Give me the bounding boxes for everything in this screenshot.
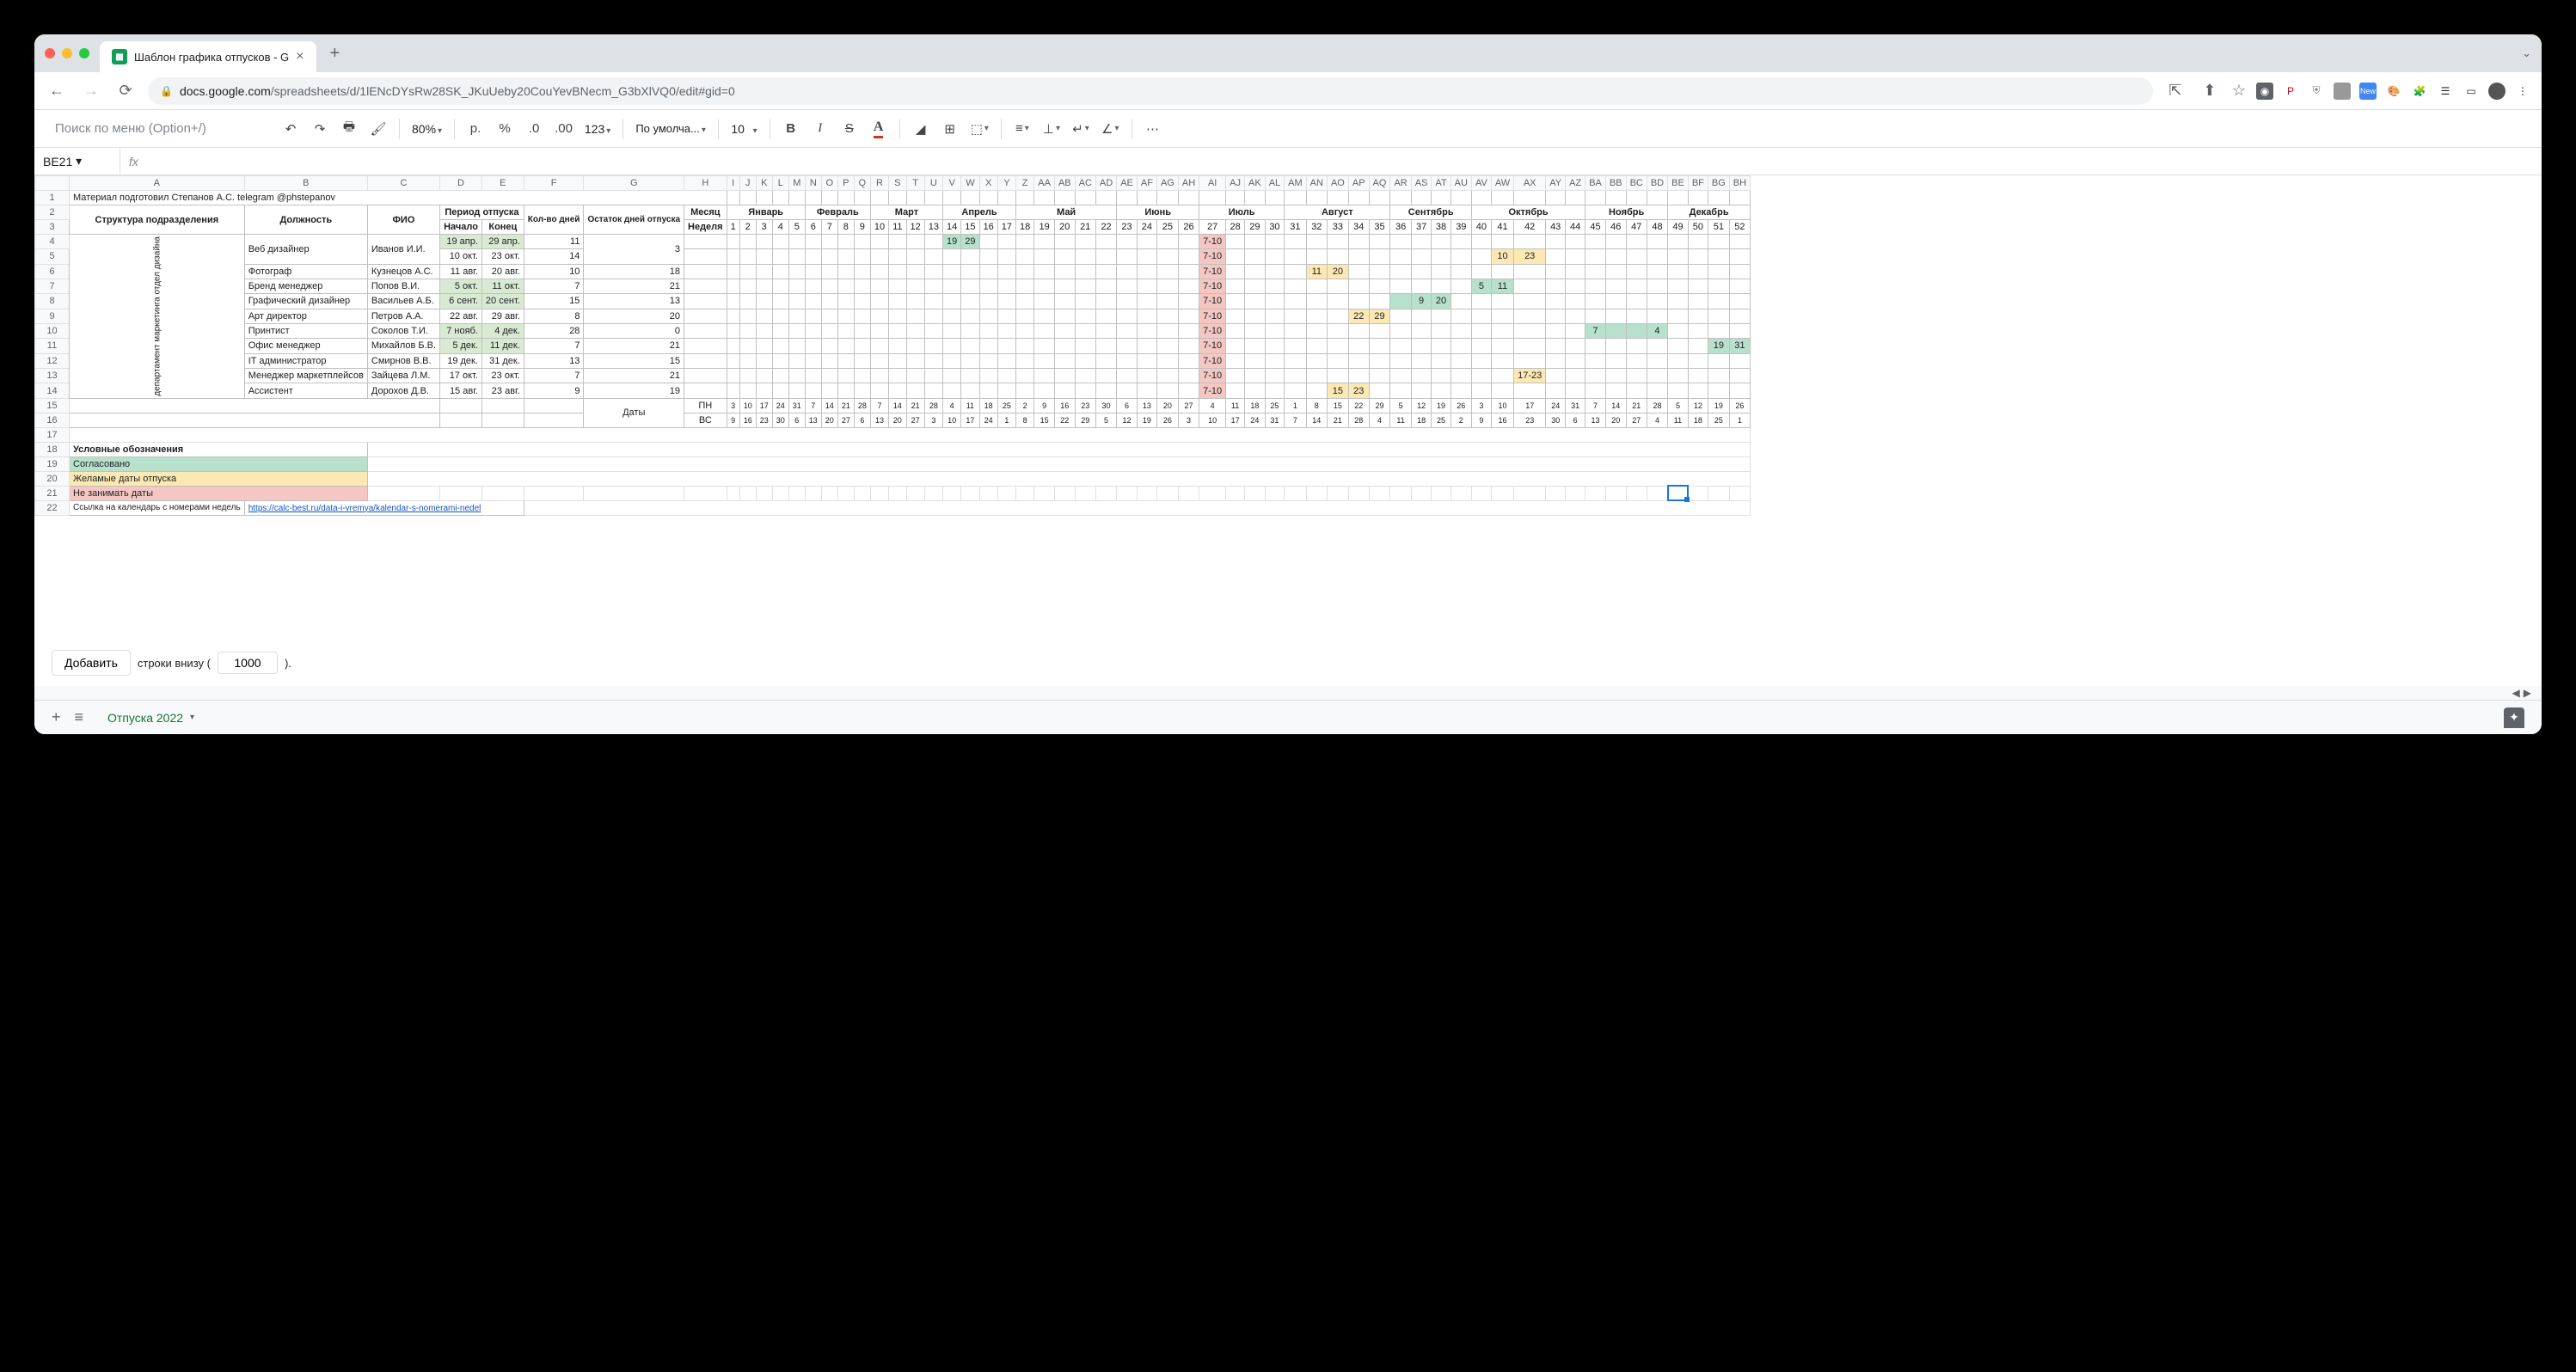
add-rows-input[interactable]: [218, 652, 278, 674]
tab-title: Шаблон графика отпусков - G: [134, 51, 289, 64]
scroll-left-icon[interactable]: ◀: [2512, 687, 2520, 699]
window-controls: [45, 48, 89, 58]
ext-icon-6[interactable]: 🎨: [2385, 83, 2402, 100]
add-rows-text2: ).: [285, 657, 291, 670]
address-bar: ← → ⟳ 🔒 docs.google.com/spreadsheets/d/1…: [34, 72, 2542, 110]
pinterest-icon[interactable]: P: [2282, 83, 2299, 100]
redo-button[interactable]: ↷: [308, 117, 332, 141]
reading-list-icon[interactable]: ☰: [2437, 83, 2454, 100]
back-button[interactable]: ←: [45, 79, 69, 103]
device-icon[interactable]: ▭: [2463, 83, 2480, 100]
add-sheet-button[interactable]: +: [52, 708, 61, 726]
fx-label: fx: [120, 155, 147, 168]
number-format-select[interactable]: 123▾: [581, 122, 614, 136]
merge-button[interactable]: ⬚▾: [967, 117, 992, 141]
percent-button[interactable]: %: [493, 117, 517, 141]
decrease-decimal-button[interactable]: .0: [522, 117, 546, 141]
font-size-select[interactable]: 10 ▾: [727, 122, 760, 136]
strikethrough-button[interactable]: S: [837, 117, 862, 141]
sheet-tab-active[interactable]: Отпуска 2022 ▾: [97, 706, 205, 730]
valign-button[interactable]: ⊥▾: [1040, 117, 1064, 141]
zoom-select[interactable]: 80%▾: [408, 122, 445, 136]
add-rows-bar: Добавить строки внизу ( ).: [34, 640, 2542, 686]
reload-button[interactable]: ⟳: [113, 79, 138, 103]
sheets-favicon: ▦: [112, 49, 127, 64]
new-badge-icon[interactable]: New: [2359, 83, 2377, 100]
undo-button[interactable]: ↶: [279, 117, 303, 141]
url-field[interactable]: 🔒 docs.google.com/spreadsheets/d/1lENcDY…: [148, 77, 2153, 105]
add-rows-button[interactable]: Добавить: [52, 650, 131, 676]
all-sheets-button[interactable]: ≡: [75, 708, 84, 726]
wrap-button[interactable]: ↵▾: [1069, 117, 1093, 141]
close-window[interactable]: [45, 48, 55, 58]
bold-button[interactable]: B: [779, 117, 803, 141]
browser-tab[interactable]: ▦ Шаблон графика отпусков - G ×: [100, 41, 316, 72]
share-icon[interactable]: ⬆: [2198, 79, 2222, 103]
extensions-puzzle-icon[interactable]: 🧩: [2411, 83, 2428, 100]
sheet-tab-label: Отпуска 2022: [107, 711, 183, 725]
align-button[interactable]: ≡▾: [1010, 117, 1034, 141]
increase-decimal-button[interactable]: .00: [551, 117, 576, 141]
minimize-window[interactable]: [62, 48, 72, 58]
expand-tabs-icon[interactable]: ⌄: [2522, 46, 2531, 60]
add-rows-text1: строки внизу (: [138, 657, 211, 670]
profile-avatar[interactable]: [2488, 83, 2505, 100]
borders-button[interactable]: ⊞: [938, 117, 962, 141]
ext-icon-1[interactable]: ◉: [2256, 83, 2273, 100]
currency-button[interactable]: р.: [463, 117, 488, 141]
open-external-icon[interactable]: ⇱: [2163, 79, 2187, 103]
chrome-menu-icon[interactable]: ⋮: [2514, 83, 2531, 100]
shield-icon[interactable]: ⛨: [2308, 83, 2325, 100]
menu-search[interactable]: Поиск по меню (Option+/): [45, 121, 234, 136]
formula-bar: BE21 ▾ fx: [34, 148, 2542, 175]
forward-button[interactable]: →: [79, 79, 103, 103]
close-tab-icon[interactable]: ×: [296, 49, 304, 64]
horizontal-scroll[interactable]: ◀ ▶: [34, 686, 2542, 700]
text-color-button[interactable]: A: [867, 117, 891, 141]
print-button[interactable]: 🖶: [337, 117, 361, 141]
font-select[interactable]: По умолча...▾: [632, 122, 709, 135]
ext-icon-4[interactable]: [2334, 83, 2351, 100]
bookmark-star-icon[interactable]: ☆: [2232, 82, 2246, 100]
maximize-window[interactable]: [79, 48, 89, 58]
name-box[interactable]: BE21 ▾: [34, 148, 120, 175]
rotate-button[interactable]: ∠▾: [1098, 117, 1122, 141]
more-button[interactable]: ⋯: [1141, 117, 1165, 141]
scroll-right-icon[interactable]: ▶: [2524, 687, 2531, 699]
sheets-toolbar: Поиск по меню (Option+/) ↶ ↷ 🖶 🖌 80%▾ р.…: [34, 110, 2542, 148]
fill-color-button[interactable]: ◢: [909, 117, 933, 141]
explore-button[interactable]: ✦: [2504, 707, 2524, 728]
spreadsheet-grid[interactable]: ABCDEFGHIJKLMNOPQRSTUVWXYZAAABACADAEAFAG…: [34, 175, 2542, 640]
new-tab-button[interactable]: +: [330, 44, 340, 64]
extension-icons: ◉ P ⛨ New 🎨 🧩 ☰ ▭ ⋮: [2256, 83, 2531, 100]
lock-icon: 🔒: [160, 85, 173, 97]
sheet-tab-menu-icon[interactable]: ▾: [190, 713, 194, 722]
browser-tabbar: ▦ Шаблон графика отпусков - G × + ⌄: [34, 34, 2542, 72]
paint-format-button[interactable]: 🖌: [366, 117, 390, 141]
sheet-tabs-bar: + ≡ Отпуска 2022 ▾ ✦: [34, 700, 2542, 734]
italic-button[interactable]: I: [808, 117, 832, 141]
url-text: docs.google.com/spreadsheets/d/1lENcDYsR…: [180, 84, 735, 98]
